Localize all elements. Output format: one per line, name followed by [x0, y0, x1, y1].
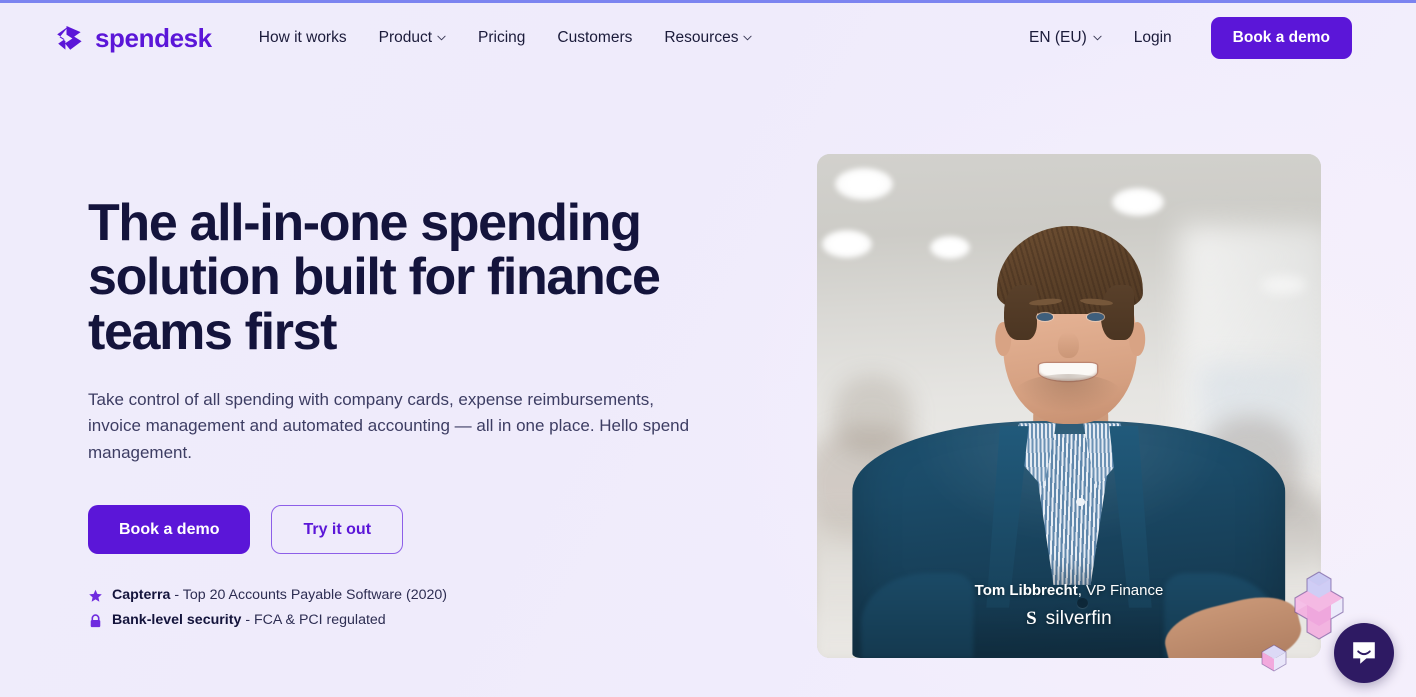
- nav-links: How it works Product Pricing Customers R…: [243, 21, 769, 55]
- language-label: EN (EU): [1029, 29, 1087, 46]
- hair-side-left: [1004, 285, 1038, 341]
- caption-person-name: Tom Libbrecht: [974, 581, 1078, 599]
- page-title: The all-in-one spending solution built f…: [88, 194, 661, 361]
- logo-wordmark: spendesk: [95, 23, 212, 53]
- spendesk-logo[interactable]: spendesk: [56, 25, 212, 51]
- browser-top-edge: [0, 0, 1416, 3]
- language-selector[interactable]: EN (EU): [1015, 21, 1116, 55]
- hero-cta-row: Book a demo Try it out: [88, 505, 728, 555]
- hero-subheading: Take control of all spending with compan…: [88, 389, 690, 462]
- intercom-chat-icon: [1353, 642, 1375, 664]
- nav-link-resources[interactable]: Resources: [648, 21, 768, 55]
- nav-link-label: Customers: [557, 29, 633, 46]
- trust-badge-security: Bank-level security - FCA & PCI regulate…: [88, 612, 728, 629]
- chat-launcher-button[interactable]: [1334, 623, 1394, 683]
- isometric-plus-shape: [1294, 571, 1344, 640]
- trust-badge-strong: Capterra: [112, 587, 171, 604]
- nav-link-label: Product: [378, 29, 433, 46]
- nav-link-label: Pricing: [478, 29, 526, 46]
- silverfin-mark: S: [1026, 608, 1037, 629]
- main-navigation: spendesk How it works Product Pricing Cu…: [0, 3, 1416, 73]
- nose: [1058, 332, 1079, 358]
- trust-badge-text: - FCA & PCI regulated: [245, 612, 386, 629]
- hero-photo: Tom Libbrecht, VP Finance S silverfin: [817, 154, 1321, 658]
- spendesk-chevron-logo-icon: [57, 26, 82, 50]
- trust-badge-strong: Bank-level security: [112, 612, 242, 629]
- nav-link-customers[interactable]: Customers: [541, 21, 648, 55]
- hero-content: The all-in-one spending solution built f…: [88, 196, 728, 629]
- trust-badge-text: - Top 20 Accounts Payable Software (2020…: [174, 587, 447, 604]
- nav-link-how-it-works[interactable]: How it works: [243, 21, 363, 55]
- hero-photo-image: Tom Libbrecht, VP Finance S silverfin: [817, 154, 1321, 658]
- shirt-button: [1076, 497, 1085, 507]
- nav-link-label: Resources: [664, 29, 739, 46]
- star-icon: [89, 589, 102, 602]
- caption-person: Tom Libbrecht, VP Finance: [817, 581, 1321, 601]
- photo-caption: Tom Libbrecht, VP Finance S silverfin: [817, 581, 1321, 629]
- isometric-cube-shape: [1261, 644, 1287, 672]
- chevron-down-icon: [743, 35, 753, 41]
- trust-badges: Capterra - Top 20 Accounts Payable Softw…: [88, 587, 728, 629]
- caption-person-role: , VP Finance: [1077, 581, 1164, 599]
- nav-link-pricing[interactable]: Pricing: [462, 21, 541, 55]
- chevron-down-icon: [437, 35, 446, 41]
- nav-link-label: How it works: [258, 29, 347, 46]
- hero-try-it-out-button[interactable]: Try it out: [271, 505, 404, 555]
- caption-company-logo: S silverfin: [817, 609, 1321, 628]
- nav-right-group: EN (EU) Login Book a demo: [1015, 17, 1352, 59]
- stubble: [1015, 373, 1122, 412]
- nav-link-product[interactable]: Product: [363, 21, 462, 55]
- nav-book-a-demo-button[interactable]: Book a demo: [1210, 17, 1352, 59]
- eye-right: [1087, 313, 1104, 322]
- hero-book-a-demo-button[interactable]: Book a demo: [88, 505, 251, 555]
- trust-badge-capterra: Capterra - Top 20 Accounts Payable Softw…: [88, 587, 728, 604]
- chevron-down-icon: [1093, 35, 1102, 41]
- lock-icon: [90, 613, 101, 627]
- login-link[interactable]: Login: [1116, 21, 1190, 55]
- silverfin-wordmark: silverfin: [1045, 608, 1112, 629]
- hair-side-right: [1100, 285, 1134, 341]
